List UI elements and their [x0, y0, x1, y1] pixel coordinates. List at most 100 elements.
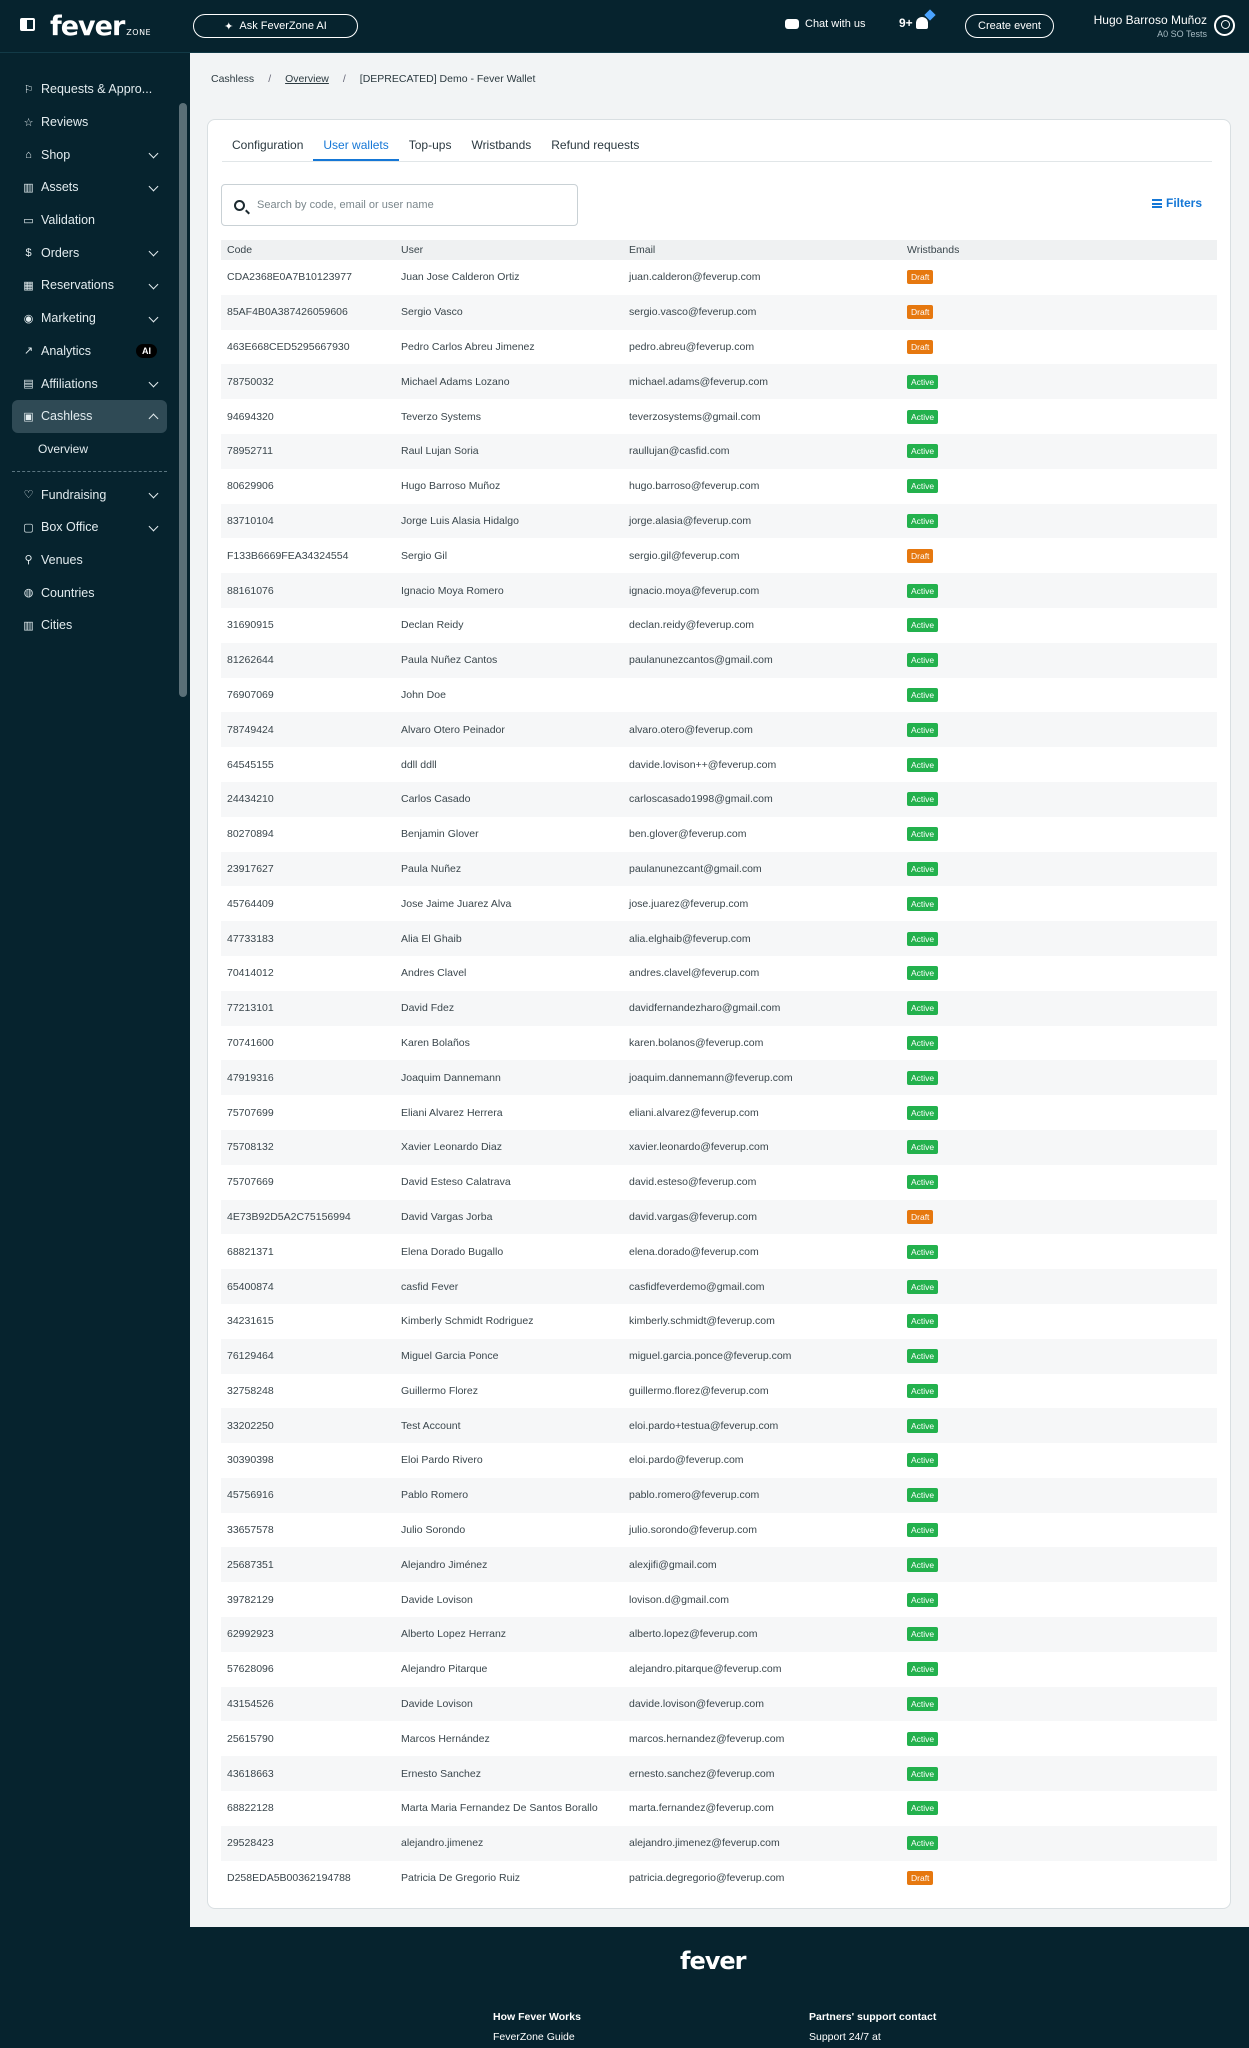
table-row[interactable]: 75708132 Xavier Leonardo Diaz xavier.leona… — [221, 1129, 1217, 1165]
table-row[interactable]: 463E668CED5295667930 Pedro Carlos Abreu J… — [221, 330, 1217, 365]
search-box[interactable] — [221, 184, 578, 226]
chevron-down-icon[interactable] — [148, 377, 159, 388]
chevron-down-icon[interactable] — [148, 181, 159, 192]
user-avatar-icon[interactable] — [1214, 15, 1235, 36]
user-menu[interactable]: Hugo Barroso Muñoz A0 SO Tests — [1094, 13, 1207, 39]
table-row[interactable]: 43154526 Davide Lovison davide.lovison@fev… — [221, 1686, 1217, 1722]
footer-guide-link[interactable]: FeverZone Guide — [493, 2027, 581, 2047]
chevron-down-icon[interactable] — [148, 312, 159, 323]
table-row[interactable]: 43618663 Ernesto Sanchez ernesto.sanchez@f… — [221, 1756, 1217, 1792]
sidebar-item-orders[interactable]: $ Orders — [12, 236, 167, 269]
table-row[interactable]: 65400874 casfid Fever casfidfeverdemo@gmai… — [221, 1269, 1217, 1304]
table-row[interactable]: 47733183 Alia El Ghaib alia.elghaib@feveru… — [221, 921, 1217, 956]
cell-code: 62992923 — [221, 1617, 395, 1652]
chat-button[interactable]: Chat with us — [785, 18, 866, 30]
cell-user: Alvaro Otero Peinador — [395, 712, 623, 748]
chevron-down-icon[interactable] — [148, 148, 159, 159]
table-row[interactable]: 25687351 Alejandro Jiménez alexjifi@gmail.… — [221, 1547, 1217, 1583]
table-row[interactable]: 64545155 ddll ddll davide.lovison++@feveru… — [221, 747, 1217, 782]
table-row[interactable]: 45756916 Pablo Romero pablo.romero@feverup… — [221, 1477, 1217, 1513]
table-row[interactable]: 78952711 Raul Lujan Soria raullujan@casfid… — [221, 433, 1217, 469]
sidebar-scrollbar[interactable] — [179, 103, 187, 697]
table-row[interactable]: 78749424 Alvaro Otero Peinador alvaro.oter… — [221, 712, 1217, 748]
table-row[interactable]: 70741600 Karen Bolaños karen.bolanos@fever… — [221, 1026, 1217, 1061]
table-row[interactable]: 23917627 Paula Nuñez paulanunezcant@gmail.… — [221, 851, 1217, 887]
table-row[interactable]: 81262644 Paula Nuñez Cantos paulanunezcant… — [221, 642, 1217, 678]
column-header-email[interactable]: Email — [623, 240, 901, 260]
table-row[interactable]: 25615790 Marcos Hernández marcos.hernandez… — [221, 1721, 1217, 1756]
table-row[interactable]: 31690915 Declan Reidy declan.reidy@feverup… — [221, 608, 1217, 643]
tab-top-ups[interactable]: Top-ups — [399, 134, 462, 161]
column-header-user[interactable]: User — [395, 240, 623, 260]
notifications-button[interactable]: 9+ — [899, 16, 928, 30]
ask-ai-button[interactable]: ✦ Ask FeverZone AI — [193, 14, 358, 38]
table-row[interactable]: 78750032 Michael Adams Lozano michael.adam… — [221, 364, 1217, 400]
sidebar-item-cashless[interactable]: ▣ Cashless — [12, 399, 167, 433]
tab-wristbands[interactable]: Wristbands — [461, 134, 541, 161]
table-row[interactable]: D258EDA5B00362194788 Patricia De Gregorio… — [221, 1861, 1217, 1896]
search-input[interactable] — [257, 199, 557, 211]
chevron-down-icon[interactable] — [148, 246, 159, 257]
table-row[interactable]: 4E73B92D5A2C75156994 David Vargas Jorba da… — [221, 1199, 1217, 1235]
table-row[interactable]: 75707669 David Esteso Calatrava david.este… — [221, 1165, 1217, 1200]
table-row[interactable]: F133B6669FEA34324554 Sergio Gil sergio.gil… — [221, 538, 1217, 573]
table-row[interactable]: 70414012 Andres Clavel andres.clavel@fever… — [221, 956, 1217, 991]
sidebar-item-analytics[interactable]: ↗ Analytics AI — [12, 335, 167, 368]
chevron-down-icon[interactable] — [148, 521, 159, 532]
table-row[interactable]: 33202250 Test Account eloi.pardo+testua@fe… — [221, 1408, 1217, 1444]
table-row[interactable]: 68821371 Elena Dorado Bugallo elena.dorado… — [221, 1234, 1217, 1269]
fever-zone-logo[interactable]: fever ZONE — [50, 11, 151, 42]
sidebar-item-assets[interactable]: ▥ Assets — [12, 171, 167, 204]
table-row[interactable]: 77213101 David Fdez davidfernandezharo@gma… — [221, 990, 1217, 1026]
sidebar-item-overview[interactable]: Overview — [12, 433, 167, 466]
table-row[interactable]: 34231615 Kimberly Schmidt Rodriguez kimber… — [221, 1304, 1217, 1339]
chevron-down-icon[interactable] — [148, 488, 159, 499]
sidebar-item-countries[interactable]: ◍ Countries — [12, 576, 167, 609]
sidebar-item-shop[interactable]: ⌂ Shop — [12, 138, 167, 171]
chevron-down-icon[interactable] — [148, 279, 159, 290]
chevron-up-icon[interactable] — [148, 413, 159, 424]
table-row[interactable]: 29528423 alejandro.jimenez alejandro.jimen… — [221, 1825, 1217, 1861]
filters-button[interactable]: Filters — [1151, 196, 1202, 210]
breadcrumb-cashless[interactable]: Cashless — [211, 73, 254, 85]
sidebar-item-requests-appro[interactable]: ⚐ Requests & Appro... — [12, 73, 167, 106]
table-row[interactable]: 94694320 Teverzo Systems teverzosystems@gm… — [221, 399, 1217, 434]
table-row[interactable]: 45764409 Jose Jaime Juarez Alva jose.juare… — [221, 886, 1217, 921]
sidebar-item-affiliations[interactable]: ▤ Affiliations — [12, 367, 167, 400]
table-row[interactable]: 76129464 Miguel Garcia Ponce miguel.garcia… — [221, 1338, 1217, 1374]
sidebar-toggle-icon[interactable] — [20, 18, 35, 31]
cell-wristbands: Active — [901, 608, 1217, 643]
sidebar-item-fundraising[interactable]: ♡ Fundraising — [12, 478, 167, 511]
table-row[interactable]: CDA2368E0A7B10123977 Juan Jose Calderon O… — [221, 260, 1217, 295]
table-row[interactable]: 47919316 Joaquim Dannemann joaquim.dannema… — [221, 1060, 1217, 1096]
table-row[interactable]: 33657578 Julio Sorondo julio.sorondo@fever… — [221, 1513, 1217, 1548]
table-row[interactable]: 80270894 Benjamin Glover ben.glover@feveru… — [221, 817, 1217, 852]
table-row[interactable]: 76907069 John Doe Active — [221, 678, 1217, 713]
tab-user-wallets[interactable]: User wallets — [313, 134, 399, 161]
breadcrumb-overview[interactable]: Overview — [285, 73, 329, 85]
table-row[interactable]: 39782129 Davide Lovison lovison.d@gmail.co… — [221, 1582, 1217, 1617]
table-row[interactable]: 62992923 Alberto Lopez Herranz alberto.lop… — [221, 1617, 1217, 1652]
table-row[interactable]: 85AF4B0A387426059606 Sergio Vasco sergio.v… — [221, 294, 1217, 330]
create-event-button[interactable]: Create event — [965, 14, 1054, 38]
tab-configuration[interactable]: Configuration — [222, 134, 313, 161]
table-row[interactable]: 24434210 Carlos Casado carloscasado1998@gm… — [221, 781, 1217, 817]
table-row[interactable]: 75707699 Eliani Alvarez Herrera eliani.alv… — [221, 1095, 1217, 1130]
sidebar-item-reviews[interactable]: ☆ Reviews — [12, 106, 167, 139]
table-row[interactable]: 30390398 Eloi Pardo Rivero eloi.pardo@feve… — [221, 1443, 1217, 1478]
column-header-wristbands[interactable]: Wristbands — [901, 240, 1217, 260]
column-header-code[interactable]: Code — [221, 240, 395, 260]
table-row[interactable]: 32758248 Guillermo Florez guillermo.florez… — [221, 1374, 1217, 1409]
sidebar-item-validation[interactable]: ▭ Validation — [12, 204, 167, 237]
table-row[interactable]: 68822128 Marta Maria Fernandez De Santos … — [221, 1791, 1217, 1826]
sidebar-item-reservations[interactable]: ▦ Reservations — [12, 269, 167, 302]
table-row[interactable]: 57628096 Alejandro Pitarque alejandro.pita… — [221, 1652, 1217, 1687]
sidebar-item-cities[interactable]: ▥ Cities — [12, 609, 167, 642]
table-row[interactable]: 83710104 Jorge Luis Alasia Hidalgo jorge.a… — [221, 503, 1217, 539]
table-row[interactable]: 88161076 Ignacio Moya Romero ignacio.moya@… — [221, 573, 1217, 608]
table-row[interactable]: 80629906 Hugo Barroso Muñoz hugo.barroso@f… — [221, 469, 1217, 504]
sidebar-item-box-office[interactable]: ▢ Box Office — [12, 511, 167, 544]
sidebar-item-venues[interactable]: ⚲ Venues — [12, 544, 167, 577]
tab-refund-requests[interactable]: Refund requests — [541, 134, 649, 161]
sidebar-item-marketing[interactable]: ◉ Marketing — [12, 302, 167, 335]
